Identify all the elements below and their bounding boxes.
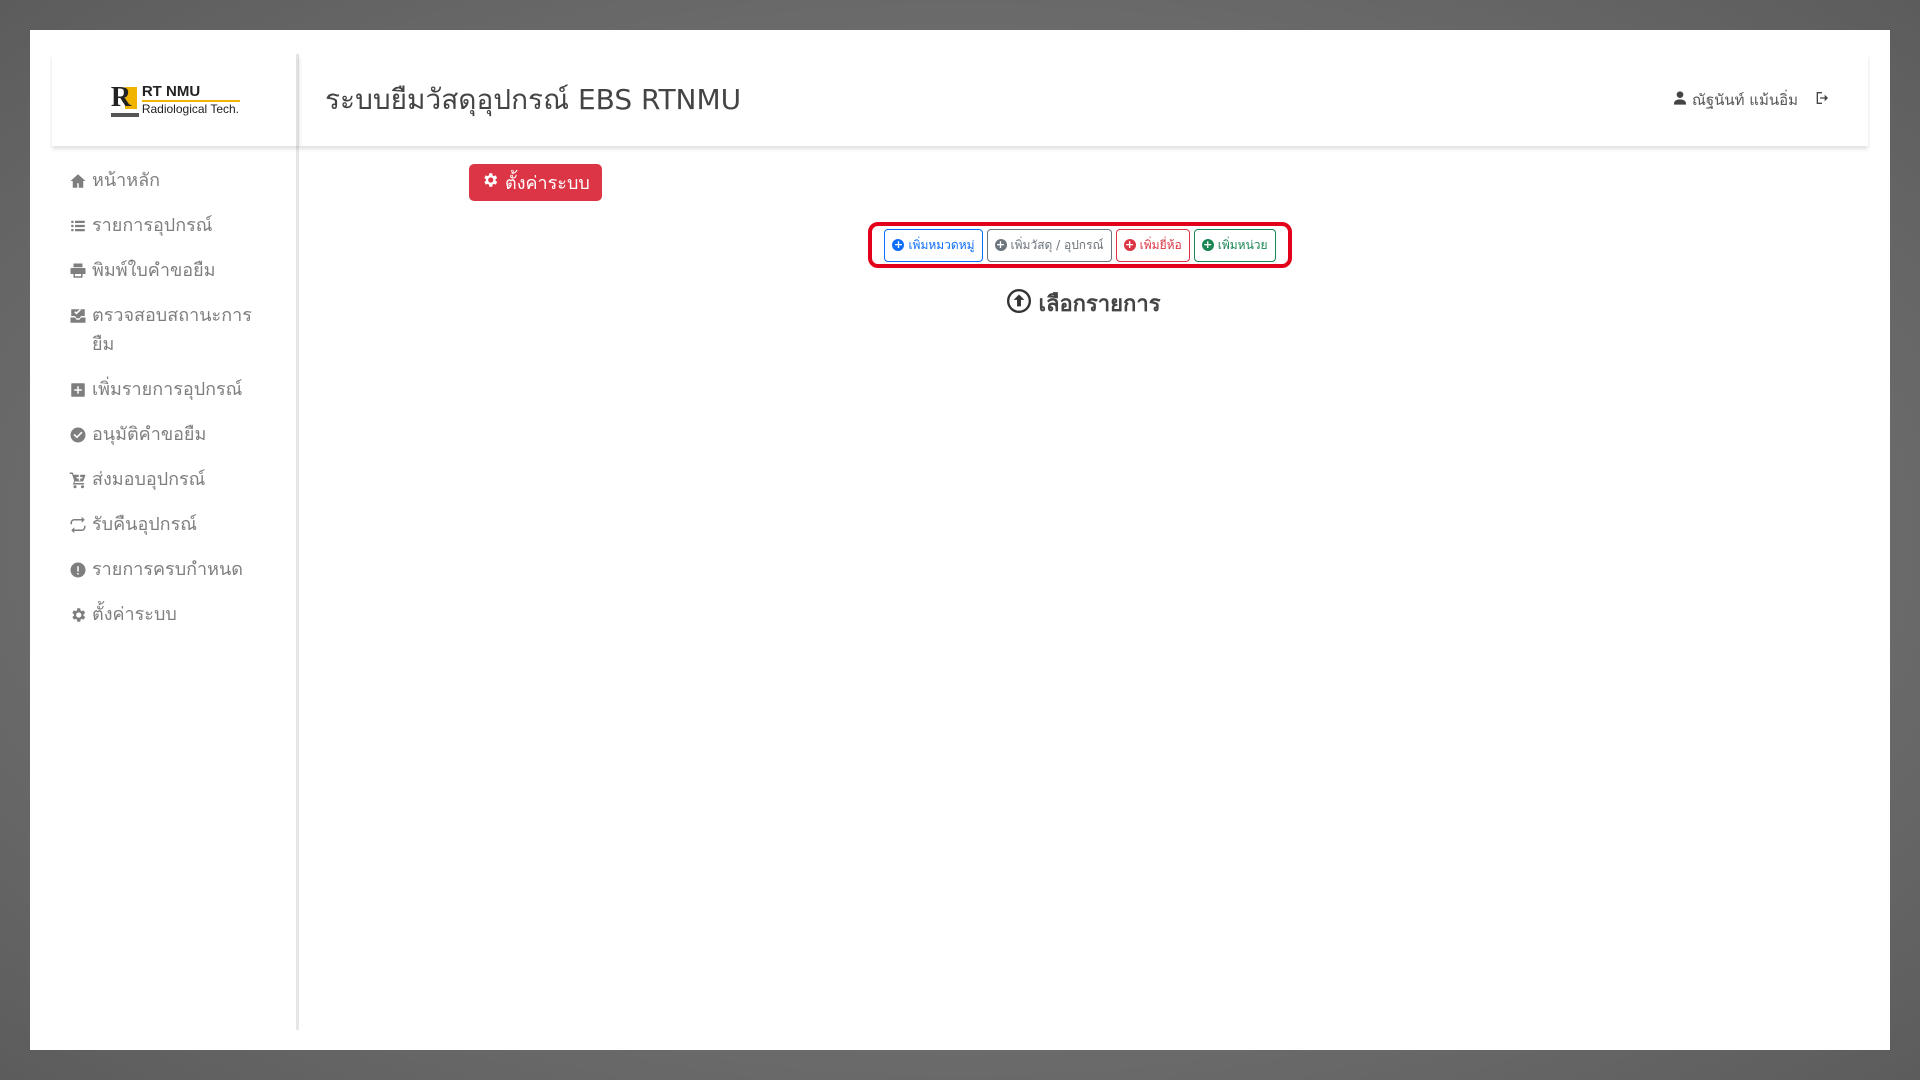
settings-button[interactable]: ตั้งค่าระบบ [469, 164, 602, 201]
logo-mark: R [110, 83, 139, 117]
logo-subtitle: Radiological Tech. [141, 102, 239, 116]
sidebar-item-return[interactable]: รับคืนอุปกรณ์ [52, 502, 284, 547]
sidebar-item-settings[interactable]: ตั้งค่าระบบ [52, 592, 284, 637]
sidebar: R RT NMU Radiological Tech. หน้าหลัก ราย… [52, 54, 299, 1030]
select-prompt: เลือกรายการ [299, 286, 1868, 321]
sidebar-item-label: รายการครบกำหนด [92, 559, 243, 580]
plus-circle-icon: + [1201, 238, 1214, 251]
sidebar-item-label: เพิ่มรายการอุปกรณ์ [92, 379, 243, 400]
sidebar-item-label: หน้าหลัก [92, 170, 161, 191]
sidebar-item-label: ตั้งค่าระบบ [92, 604, 177, 625]
plus-circle-icon: + [994, 238, 1007, 251]
sidebar-item-label: อนุมัติคำขอยืม [92, 424, 207, 445]
printer-icon [68, 256, 88, 285]
repeat-icon [68, 510, 88, 539]
sidebar-item-label: รายการอุปกรณ์ [92, 215, 213, 236]
sidebar-item-due[interactable]: รายการครบกำหนด [52, 547, 284, 592]
sidebar-item-label: ตรวจสอบสถานะการยืม [92, 305, 252, 355]
gear-icon [481, 171, 499, 194]
select-prompt-text: เลือกรายการ [1038, 292, 1161, 317]
sidebar-item-label: รับคืนอุปกรณ์ [92, 514, 197, 535]
add-category-button[interactable]: + เพิ่มหมวดหมู่ [884, 228, 983, 262]
logout-button[interactable] [1814, 90, 1830, 110]
user-name: ณัฐนันท์ แม้นอิ่ม [1691, 91, 1798, 109]
app-window: R RT NMU Radiological Tech. หน้าหลัก ราย… [30, 30, 1890, 1050]
list-icon [68, 211, 88, 240]
plus-square-icon [68, 375, 88, 404]
top-header: ระบบยืมวัสดุอุปกรณ์ EBS RTNMU ณัฐนันท์ แ… [299, 54, 1868, 146]
sidebar-item-add-equipment[interactable]: เพิ่มรายการอุปกรณ์ [52, 367, 284, 412]
action-buttons-highlight: + เพิ่มหมวดหมู่ + เพิ่มวัสดุ / อุปกรณ์ +… [868, 222, 1292, 268]
logout-icon [1814, 90, 1830, 110]
sidebar-item-print-request[interactable]: พิมพ์ใบคำขอยืม [52, 248, 284, 293]
user-profile[interactable]: ณัฐนันท์ แม้นอิ่ม [1672, 88, 1798, 112]
add-brand-button[interactable]: + เพิ่มยี่ห้อ [1115, 228, 1190, 262]
logo-title: RT NMU [141, 83, 241, 102]
sidebar-item-label: พิมพ์ใบคำขอยืม [92, 260, 216, 281]
user-area: ณัฐนันท์ แม้นอิ่ม [1672, 88, 1830, 112]
settings-button-label: ตั้งค่าระบบ [505, 173, 590, 194]
add-material-button[interactable]: + เพิ่มวัสดุ / อุปกรณ์ [986, 228, 1112, 262]
exclamation-circle-icon [68, 555, 88, 584]
sidebar-item-equipment-list[interactable]: รายการอุปกรณ์ [52, 203, 284, 248]
user-icon [1672, 90, 1688, 110]
page-title: ระบบยืมวัสดุอุปกรณ์ EBS RTNMU [325, 83, 742, 116]
plus-circle-icon: + [892, 238, 905, 251]
cart-plus-icon [68, 465, 88, 494]
gear-icon [68, 600, 88, 629]
logo[interactable]: R RT NMU Radiological Tech. [110, 83, 241, 117]
sidebar-item-approve[interactable]: อนุมัติคำขอยืม [52, 412, 284, 457]
sidebar-item-home[interactable]: หน้าหลัก [52, 158, 284, 203]
sidebar-item-deliver[interactable]: ส่งมอบอุปกรณ์ [52, 457, 284, 502]
logo-area: R RT NMU Radiological Tech. [52, 54, 299, 146]
sidebar-item-check-status[interactable]: ตรวจสอบสถานะการยืม [52, 293, 284, 367]
home-icon [68, 166, 88, 195]
inbox-check-icon [68, 301, 88, 330]
check-circle-icon [68, 420, 88, 449]
sidebar-menu: หน้าหลัก รายการอุปกรณ์ พิมพ์ใบคำขอยืม ตร… [52, 146, 296, 637]
arrow-up-circle-icon [1006, 288, 1032, 320]
sidebar-item-label: ส่งมอบอุปกรณ์ [92, 469, 206, 490]
add-unit-button[interactable]: + เพิ่มหน่วย [1193, 228, 1276, 262]
main-content: ตั้งค่าระบบ + เพิ่มหมวดหมู่ + เพิ่มวัสดุ… [299, 146, 1868, 1030]
plus-circle-icon: + [1123, 238, 1136, 251]
